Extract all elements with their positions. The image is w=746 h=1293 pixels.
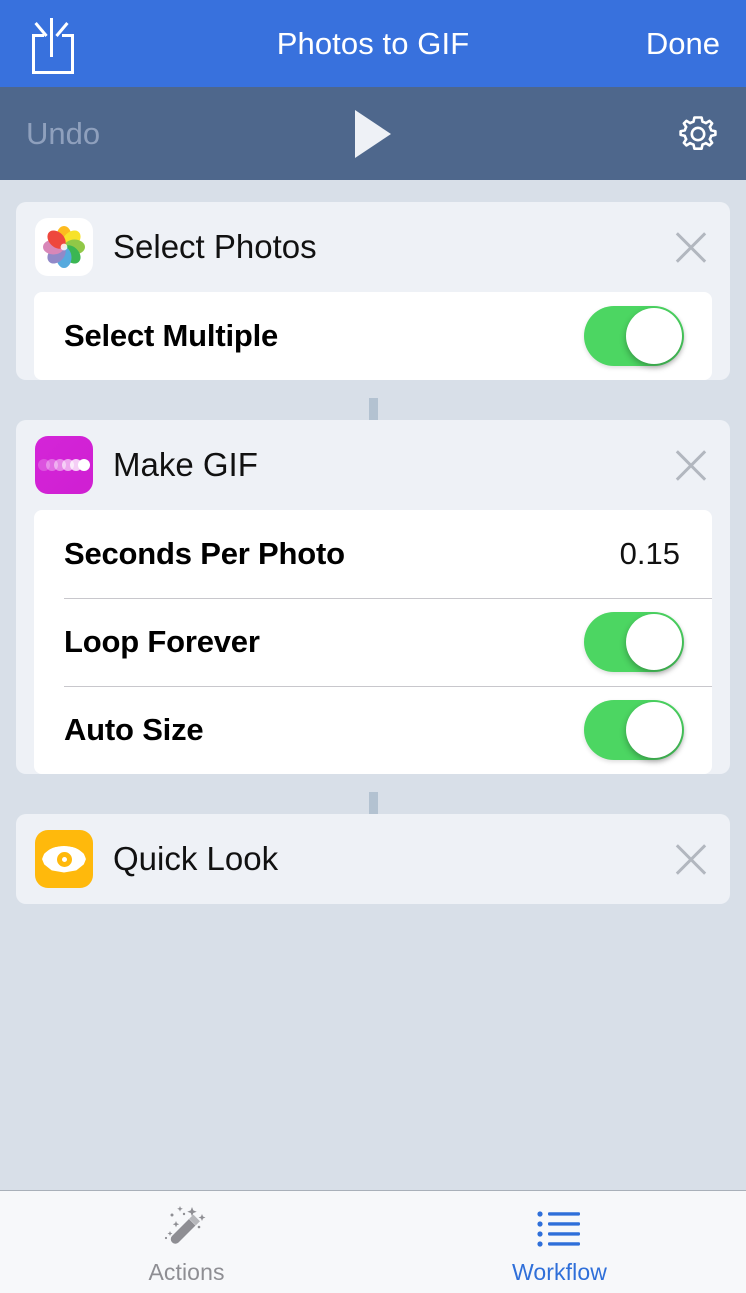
navigation-bar: Photos to GIF Done bbox=[0, 0, 746, 87]
toggle-knob bbox=[626, 614, 682, 670]
play-icon[interactable] bbox=[355, 109, 391, 158]
list-icon bbox=[529, 1204, 591, 1256]
action-card-title: Make GIF bbox=[113, 446, 258, 483]
quick-look-icon bbox=[35, 830, 93, 888]
parameter-row-seconds-per-photo[interactable]: Seconds Per Photo 0.15 bbox=[34, 510, 712, 598]
tab-actions[interactable]: Actions bbox=[0, 1191, 373, 1293]
parameter-label: Auto Size bbox=[64, 712, 204, 747]
eye-pupil-shape bbox=[56, 851, 72, 867]
share-box-shape bbox=[32, 33, 74, 74]
seconds-per-photo-value[interactable]: 0.15 bbox=[620, 536, 712, 572]
close-icon[interactable] bbox=[670, 444, 712, 486]
action-card-header: Quick Look bbox=[16, 814, 730, 904]
eye-shape bbox=[42, 845, 86, 873]
action-connector bbox=[16, 792, 730, 814]
auto-size-toggle[interactable] bbox=[584, 700, 684, 760]
select-multiple-toggle[interactable] bbox=[584, 306, 684, 366]
tab-label-actions: Actions bbox=[148, 1259, 225, 1285]
parameter-label: Seconds Per Photo bbox=[64, 536, 345, 571]
parameter-label: Select Multiple bbox=[64, 318, 279, 353]
undo-button[interactable]: Undo bbox=[26, 116, 100, 152]
action-card-title: Quick Look bbox=[113, 840, 279, 877]
action-card-title: Select Photos bbox=[113, 228, 317, 265]
done-button[interactable]: Done bbox=[646, 26, 720, 62]
share-icon[interactable] bbox=[26, 13, 80, 75]
close-icon[interactable] bbox=[670, 226, 712, 268]
tab-workflow[interactable]: Workflow bbox=[373, 1191, 746, 1293]
workflow-editor-screen: Photos to GIF Done Undo Select Photos Se… bbox=[0, 0, 746, 1293]
gear-icon[interactable] bbox=[674, 110, 722, 158]
photos-app-icon bbox=[35, 218, 93, 276]
workflow-action-list: Select Photos Select Multiple Make GIF S… bbox=[0, 180, 746, 1190]
page-title: Photos to GIF bbox=[276, 25, 470, 61]
parameter-row-select-multiple[interactable]: Select Multiple bbox=[34, 292, 712, 380]
make-gif-icon bbox=[35, 436, 93, 494]
action-parameter-panel: Select Multiple bbox=[34, 292, 712, 380]
close-icon[interactable] bbox=[670, 838, 712, 880]
tab-bar: Actions Workflow bbox=[0, 1190, 746, 1293]
action-card-select-photos[interactable]: Select Photos Select Multiple bbox=[16, 202, 730, 380]
action-card-header: Make GIF bbox=[16, 420, 730, 510]
parameter-row-loop-forever[interactable]: Loop Forever bbox=[34, 598, 712, 686]
parameter-row-auto-size[interactable]: Auto Size bbox=[34, 686, 712, 774]
toggle-knob bbox=[626, 308, 682, 364]
action-connector bbox=[16, 398, 730, 420]
action-card-quick-look[interactable]: Quick Look bbox=[16, 814, 730, 904]
loop-forever-toggle[interactable] bbox=[584, 612, 684, 672]
share-arrow-shape bbox=[50, 17, 53, 57]
magic-wand-icon bbox=[156, 1204, 218, 1256]
action-card-make-gif[interactable]: Make GIF Seconds Per Photo 0.15 Loop For… bbox=[16, 420, 730, 774]
toggle-knob bbox=[626, 702, 682, 758]
action-card-header: Select Photos bbox=[16, 202, 730, 292]
workflow-toolbar: Undo bbox=[0, 87, 746, 180]
gif-dots-shape bbox=[38, 459, 90, 471]
tab-label-workflow: Workflow bbox=[512, 1259, 607, 1285]
parameter-label: Loop Forever bbox=[64, 624, 260, 659]
action-parameter-panel: Seconds Per Photo 0.15 Loop Forever Auto… bbox=[34, 510, 712, 774]
